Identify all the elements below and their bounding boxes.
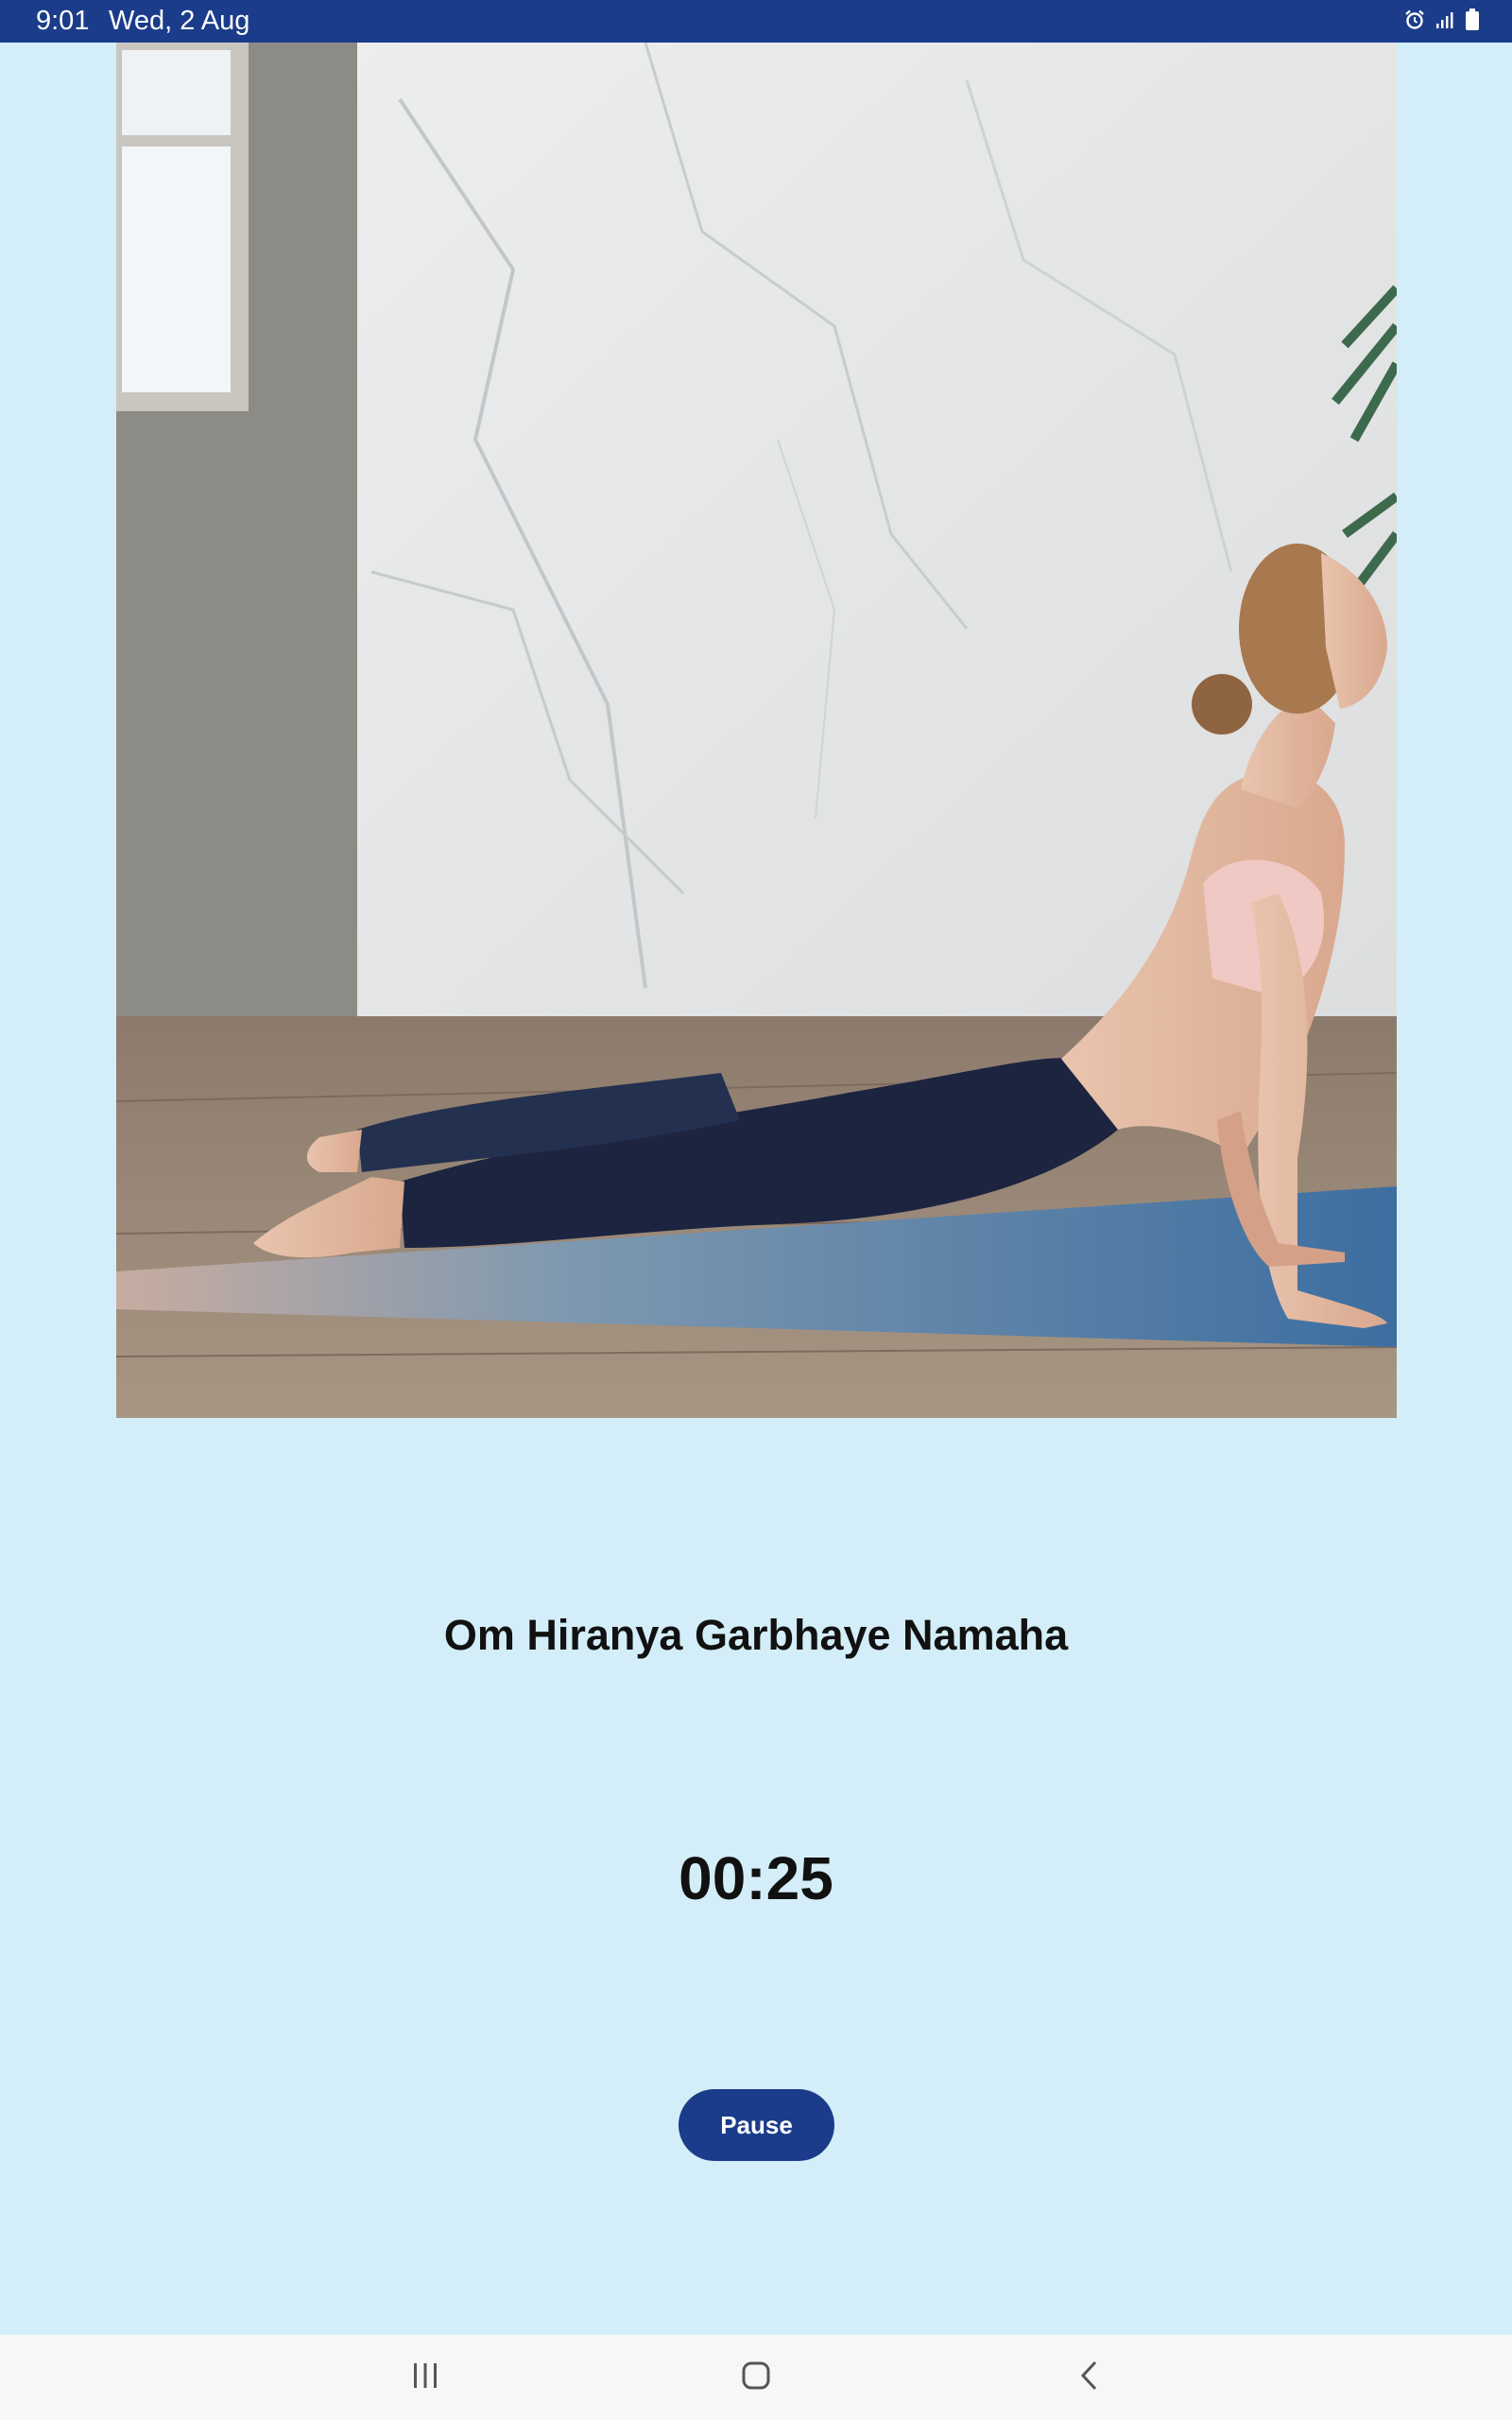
recent-apps-icon xyxy=(410,2361,440,2394)
status-time: 9:01 xyxy=(36,6,90,36)
alarm-icon xyxy=(1404,9,1425,35)
home-button[interactable] xyxy=(699,2335,813,2420)
battery-icon xyxy=(1465,8,1480,36)
recent-apps-button[interactable] xyxy=(369,2335,482,2420)
status-bar: 9:01 Wed, 2 Aug xyxy=(0,0,1512,43)
countdown-timer: 00:25 xyxy=(679,1844,833,1912)
navigation-bar xyxy=(0,2335,1512,2420)
signal-icon xyxy=(1435,9,1455,35)
status-icons xyxy=(1404,8,1480,36)
yoga-cobra-pose-photo xyxy=(116,43,1397,1418)
home-icon xyxy=(741,2360,771,2395)
back-icon xyxy=(1078,2360,1101,2395)
pose-image xyxy=(116,43,1397,1418)
pause-button[interactable]: Pause xyxy=(679,2089,834,2161)
status-date: Wed, 2 Aug xyxy=(109,6,250,36)
mantra-text: Om Hiranya Garbhaye Namaha xyxy=(443,1611,1069,1659)
back-button[interactable] xyxy=(1033,2335,1146,2420)
